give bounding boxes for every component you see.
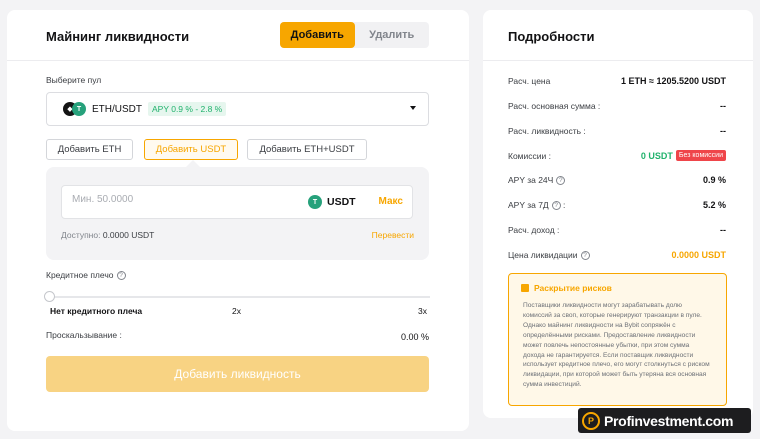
amount-input[interactable]	[72, 194, 272, 205]
leverage-tick-none: Нет кредитного плеча	[50, 306, 143, 316]
leverage-label: Кредитное плечо	[46, 270, 114, 280]
detail-value: 0 USDT	[640, 150, 673, 161]
selection-pointer	[186, 160, 200, 167]
detail-value: --	[720, 126, 726, 136]
available-balance: Доступно: 0.0000 USDT	[61, 230, 154, 240]
detail-label: Расч. основная сумма :	[508, 101, 601, 111]
add-liquidity-button[interactable]: Добавить ликвидность	[46, 356, 429, 392]
transfer-link[interactable]: Перевести	[372, 230, 414, 240]
page-title: Майнинг ликвидности	[46, 29, 190, 44]
divider	[483, 60, 753, 61]
detail-row-fees: Комиссии : 0 USDT Без комиссии	[508, 150, 726, 161]
detail-value: 5.2 %	[702, 200, 726, 211]
slippage-value: 0.00 %	[400, 332, 429, 342]
option-add-eth[interactable]: Добавить ETH	[46, 139, 133, 160]
detail-row-apy-7d: APY за 7Д? : 5.2 %	[508, 200, 726, 211]
detail-label-group: APY за 24Ч?	[508, 175, 566, 186]
help-icon[interactable]: ?	[116, 271, 126, 281]
detail-label: Комиссии :	[508, 150, 551, 161]
watermark-logo-icon: P	[582, 411, 600, 430]
risk-disclosure: Раскрытие рисков Поставщики ликвидности …	[508, 273, 727, 406]
detail-value: 0.0000 USDT	[671, 250, 726, 261]
detail-label: APY за 7Д	[508, 200, 549, 210]
pool-name: ETH/USDT	[92, 103, 142, 115]
help-icon[interactable]: ?	[580, 251, 590, 261]
option-add-eth-usdt[interactable]: Добавить ETH+USDT	[247, 139, 367, 160]
detail-label: Расч. ликвидность :	[508, 126, 586, 136]
option-add-usdt[interactable]: Добавить USDT	[144, 139, 238, 160]
amount-field-wrapper: T USDT Макс	[61, 185, 413, 219]
detail-value: 0.9 %	[702, 175, 726, 186]
usdt-icon: T	[72, 102, 86, 116]
watermark-text: Profinvestment.com	[604, 412, 734, 429]
leverage-slider-thumb[interactable]	[44, 291, 55, 302]
detail-row-liquidation-price: Цена ликвидации? 0.0000 USDT	[508, 250, 726, 261]
help-icon[interactable]: ?	[551, 201, 561, 211]
details-title: Подробности	[508, 29, 595, 44]
detail-label: Цена ликвидации	[508, 250, 578, 260]
risk-title: Раскрытие рисков	[534, 283, 612, 293]
details-card: Подробности Расч. цена 1 ETH ≈ 1205.5200…	[483, 10, 753, 418]
usdt-icon: T	[308, 195, 322, 209]
detail-label: APY за 24Ч	[508, 175, 554, 185]
risk-title-row: Раскрытие рисков	[521, 283, 712, 293]
detail-value: --	[720, 225, 726, 235]
fees-value-group: 0 USDT Без комиссии	[641, 150, 726, 161]
pool-label: Выберите пул	[46, 75, 102, 85]
leverage-label-row: Кредитное плечо?	[46, 270, 126, 281]
available-label: Доступно:	[61, 230, 101, 240]
megaphone-icon	[521, 284, 529, 292]
max-button[interactable]: Макс	[379, 196, 403, 207]
available-value: 0.0000 USDT	[102, 230, 155, 240]
risk-text: Поставщики ликвидности могут зарабатыват…	[523, 302, 710, 389]
pool-select[interactable]: ◆ T ETH/USDT APY 0.9 % - 2.8 %	[46, 92, 429, 126]
pool-apy-badge: APY 0.9 % - 2.8 %	[148, 102, 227, 116]
detail-label: Расч. цена	[508, 76, 551, 86]
amount-token-label: USDT	[327, 196, 356, 208]
no-fee-badge: Без комиссии	[675, 150, 726, 161]
leverage-tick-2x: 2x	[232, 306, 241, 316]
slippage-label: Проскальзывание :	[46, 330, 122, 340]
tab-add[interactable]: Добавить	[280, 22, 355, 48]
detail-row-est-price: Расч. цена 1 ETH ≈ 1205.5200 USDT	[508, 76, 726, 86]
detail-row-liquidity: Расч. ликвидность : --	[508, 126, 726, 136]
detail-row-apy-24h: APY за 24Ч? 0.9 %	[508, 175, 726, 186]
detail-label-group: APY за 7Д? :	[508, 200, 566, 211]
divider	[7, 60, 469, 61]
detail-row-principal: Расч. основная сумма : --	[508, 101, 726, 111]
add-remove-toggle: Добавить Удалить	[280, 22, 429, 48]
detail-label: Расч. доход :	[508, 225, 560, 235]
tab-remove[interactable]: Удалить	[355, 22, 430, 48]
detail-value: --	[720, 101, 726, 111]
detail-label-group: Цена ликвидации?	[508, 250, 590, 261]
amount-panel: T USDT Макс Доступно: 0.0000 USDT Переве…	[46, 167, 429, 260]
detail-row-est-income: Расч. доход : --	[508, 225, 726, 235]
leverage-tick-3x: 3x	[418, 306, 427, 316]
detail-value: 1 ETH ≈ 1205.5200 USDT	[621, 76, 726, 86]
help-icon[interactable]: ?	[556, 176, 566, 186]
leverage-slider-track[interactable]	[45, 296, 430, 298]
amount-token: T USDT	[308, 195, 356, 209]
caret-down-icon	[410, 106, 416, 110]
watermark: P Profinvestment.com	[578, 408, 751, 433]
